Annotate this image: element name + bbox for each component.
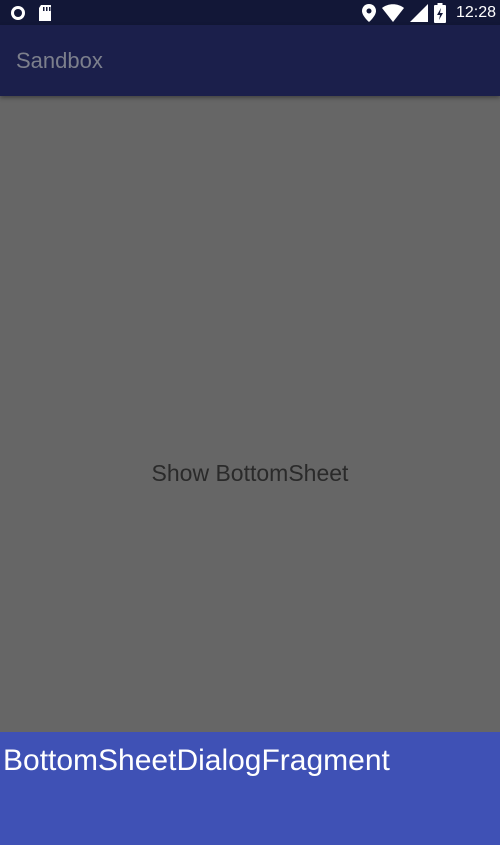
status-bar: 12:28 — [0, 0, 500, 25]
bottom-sheet-title: BottomSheetDialogFragment — [3, 744, 390, 777]
battery-icon — [433, 2, 446, 23]
location-icon — [361, 3, 376, 22]
signal-icon — [409, 3, 428, 22]
app-title: Sandbox — [16, 47, 103, 73]
bottom-sheet[interactable]: BottomSheetDialogFragment — [0, 732, 500, 845]
wifi-icon — [381, 3, 404, 22]
record-icon — [10, 5, 26, 21]
main-content: Show BottomSheet — [0, 96, 500, 732]
status-time: 12:28 — [455, 4, 496, 21]
app-bar: Sandbox — [0, 25, 500, 96]
show-bottomsheet-button[interactable]: Show BottomSheet — [140, 452, 361, 495]
status-right: 12:28 — [361, 0, 496, 25]
sd-card-icon — [38, 4, 52, 21]
status-left — [10, 4, 52, 21]
screen: 12:28 Sandbox Show BottomSheet BottomShe… — [0, 0, 500, 845]
